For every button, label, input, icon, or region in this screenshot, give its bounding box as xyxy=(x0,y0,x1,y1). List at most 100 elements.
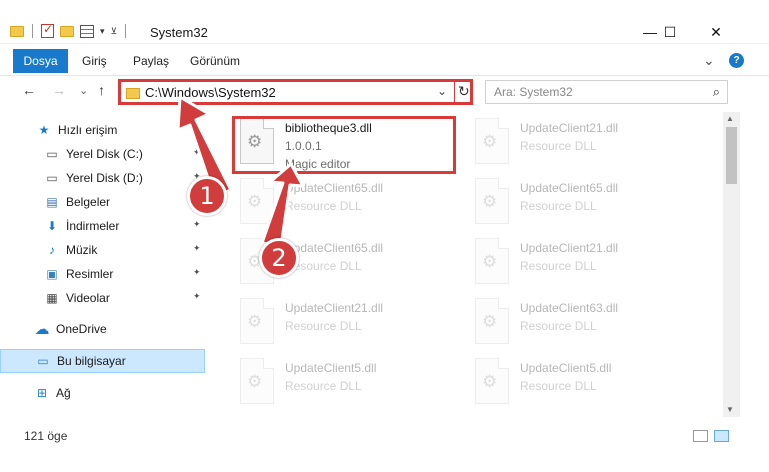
toolbar-dropdown-icon[interactable]: ⊻ xyxy=(111,26,118,37)
search-placeholder: Ara: System32 xyxy=(494,85,573,99)
gear-icon: ⚙ xyxy=(482,372,498,391)
status-bar: 121 öge xyxy=(0,420,769,450)
star-icon: ★ xyxy=(38,123,50,137)
dll-file-icon: ⚙ xyxy=(475,238,509,284)
vertical-scrollbar[interactable]: ▲ ▼ xyxy=(723,112,740,417)
sidebar-item-this-pc[interactable]: ▭ Bu bilgisayar xyxy=(0,349,205,373)
step-badge-2: 2 xyxy=(259,238,299,278)
details-view-icon[interactable] xyxy=(693,430,708,442)
gear-icon: ⚙ xyxy=(482,252,498,271)
window-title: System32 xyxy=(150,25,208,40)
navigation-bar: ← → ⌄ ↑ C:\Windows\System32 ⌄ ↻ Ara: Sys… xyxy=(0,75,769,109)
dll-file-icon: ⚙ xyxy=(475,358,509,404)
folder-icon xyxy=(126,88,140,99)
scrollbar-thumb[interactable] xyxy=(726,127,737,184)
sidebar-item-quick-access[interactable]: ★ Hızlı erişim xyxy=(0,118,205,142)
scroll-down-icon[interactable]: ▼ xyxy=(726,405,734,414)
back-button[interactable]: ← xyxy=(22,82,36,98)
up-button[interactable]: ↑ xyxy=(98,82,105,98)
sidebar-item-documents[interactable]: ▤ Belgeler ✦ xyxy=(0,190,205,214)
address-path[interactable]: C:\Windows\System32 xyxy=(145,85,276,100)
drive-icon: ▭ xyxy=(46,147,58,161)
tab-home[interactable]: Giriş xyxy=(82,54,107,68)
drive-icon: ▭ xyxy=(46,171,58,185)
file-name: UpdateClient65.dll xyxy=(520,181,619,195)
sidebar-item-onedrive[interactable]: ☁ OneDrive xyxy=(0,317,205,341)
pin-icon[interactable]: ✦ xyxy=(193,291,201,302)
file-description: Resource DLL xyxy=(520,379,597,393)
ribbon-tabs: Dosya Giriş Paylaş Görünüm ⌄ xyxy=(0,49,769,73)
file-description: Resource DLL xyxy=(285,379,362,393)
tab-file[interactable]: Dosya xyxy=(13,49,68,73)
customize-toolbar-icon[interactable]: ▾ xyxy=(100,26,105,37)
pin-icon[interactable]: ✦ xyxy=(193,219,201,230)
cloud-icon: ☁ xyxy=(34,321,50,338)
sidebar-item-label: Bu bilgisayar xyxy=(57,354,126,368)
highlight-box xyxy=(232,116,456,174)
file-name: UpdateClient5.dll xyxy=(285,361,377,375)
refresh-icon[interactable]: ↻ xyxy=(458,83,470,100)
file-item[interactable]: ⚙ UpdateClient65.dll Resource DLL xyxy=(470,178,700,234)
music-icon: ♪ xyxy=(49,243,55,257)
file-item[interactable]: ⚙ UpdateClient21.dll Resource DLL xyxy=(470,238,700,294)
file-item[interactable]: ⚙ UpdateClient63.dll Resource DLL xyxy=(470,298,700,354)
file-description: Resource DLL xyxy=(285,319,362,333)
sidebar-item-label: Videolar xyxy=(66,291,110,305)
sidebar-item-videos[interactable]: ▦ Videolar ✦ xyxy=(0,286,205,310)
tab-view[interactable]: Görünüm xyxy=(190,54,240,68)
quick-access-toolbar: ▾ ⊻ xyxy=(10,22,128,38)
sidebar-item-label: Müzik xyxy=(66,243,98,257)
scroll-up-icon[interactable]: ▲ xyxy=(726,114,734,123)
gear-icon: ⚙ xyxy=(482,132,498,151)
computer-icon: ▭ xyxy=(37,354,49,368)
file-item[interactable]: ⚙ UpdateClient21.dll Resource DLL xyxy=(235,298,465,354)
toolbar-divider xyxy=(32,24,33,38)
pin-icon[interactable]: ✦ xyxy=(193,267,201,278)
pin-icon[interactable]: ✦ xyxy=(193,243,201,254)
file-item[interactable]: ⚙ UpdateClient5.dll Resource DLL xyxy=(235,358,465,414)
sidebar-item-music[interactable]: ♪ Müzik ✦ xyxy=(0,238,205,262)
search-icon[interactable]: ⌕ xyxy=(713,84,720,100)
folder-icon xyxy=(10,25,24,37)
sidebar-item-local-disk-d[interactable]: ▭ Yerel Disk (D:) ✦ xyxy=(0,166,205,190)
sidebar-item-label: Hızlı erişim xyxy=(58,123,118,137)
help-icon[interactable]: ? xyxy=(729,53,744,68)
file-item[interactable]: ⚙ UpdateClient65.dll Resource DLL xyxy=(235,178,465,234)
ribbon-expand-icon[interactable]: ⌄ xyxy=(703,52,715,69)
dll-file-icon: ⚙ xyxy=(475,298,509,344)
address-dropdown-icon[interactable]: ⌄ xyxy=(437,84,447,98)
properties-icon[interactable] xyxy=(80,24,94,38)
sidebar-item-label: Yerel Disk (D:) xyxy=(66,171,143,185)
sidebar-item-label: Yerel Disk (C:) xyxy=(66,147,143,161)
file-item[interactable]: ⚙ UpdateClient21.dll Resource DLL xyxy=(470,118,700,174)
sidebar-item-network[interactable]: ⊞ Ağ xyxy=(0,381,205,405)
sidebar-item-label: Ağ xyxy=(56,386,71,400)
pin-icon[interactable]: ✦ xyxy=(193,147,201,158)
close-button[interactable]: ✕ xyxy=(693,21,739,43)
file-name: UpdateClient21.dll xyxy=(520,241,619,255)
toolbar-divider xyxy=(125,24,127,38)
large-icons-view-icon[interactable] xyxy=(714,430,729,442)
properties-check-icon[interactable] xyxy=(41,22,54,38)
documents-icon: ▤ xyxy=(46,195,58,209)
videos-icon: ▦ xyxy=(46,291,58,305)
maximize-button[interactable]: ☐ xyxy=(647,21,693,43)
pictures-icon: ▣ xyxy=(46,267,58,281)
file-name: UpdateClient5.dll xyxy=(520,361,612,375)
gear-icon: ⚙ xyxy=(482,312,498,331)
sidebar-item-pictures[interactable]: ▣ Resimler ✦ xyxy=(0,262,205,286)
tab-share[interactable]: Paylaş xyxy=(133,54,169,68)
file-name: UpdateClient21.dll xyxy=(520,121,619,135)
sidebar-item-downloads[interactable]: ⬇ İndirmeler ✦ xyxy=(0,214,205,238)
file-description: Resource DLL xyxy=(520,139,597,153)
sidebar-item-local-disk-c[interactable]: ▭ Yerel Disk (C:) ✦ xyxy=(0,142,205,166)
file-description: Resource DLL xyxy=(520,319,597,333)
sidebar-item-label: İndirmeler xyxy=(66,219,120,233)
file-item[interactable]: ⚙ UpdateClient5.dll Resource DLL xyxy=(470,358,700,414)
search-input[interactable]: Ara: System32 ⌕ xyxy=(485,80,728,104)
recent-locations-button[interactable]: ⌄ xyxy=(79,84,88,97)
dll-file-icon: ⚙ xyxy=(475,118,509,164)
address-bar[interactable]: C:\Windows\System32 ⌄ ↻ xyxy=(118,79,473,105)
new-folder-icon[interactable] xyxy=(60,25,74,37)
forward-button[interactable]: → xyxy=(52,82,66,98)
